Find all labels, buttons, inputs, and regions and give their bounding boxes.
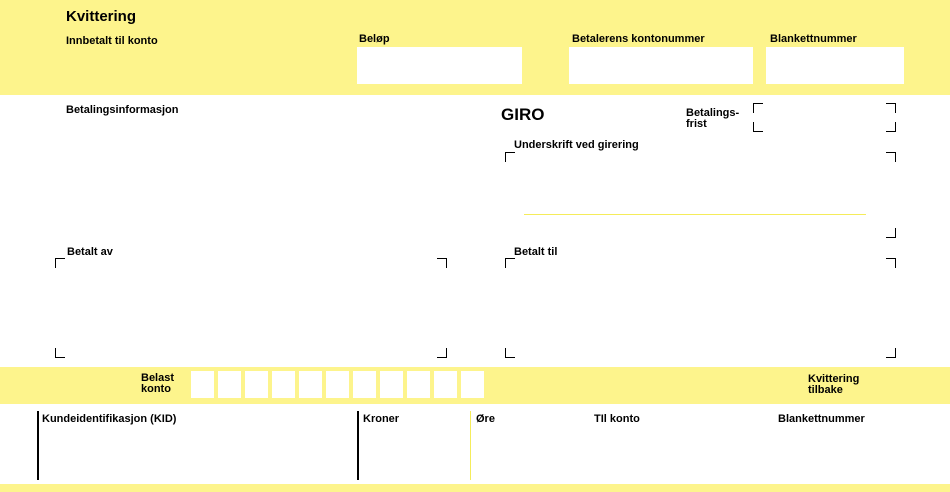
debit-account-digit[interactable]: [353, 371, 376, 398]
due-date-corner-br: [886, 122, 896, 132]
debit-account-digit[interactable]: [461, 371, 484, 398]
debit-account-digit[interactable]: [299, 371, 322, 398]
due-date-corner-tl: [753, 103, 763, 113]
paid-to-corner-bl: [505, 348, 515, 358]
due-date-label-line2: frist: [686, 118, 707, 130]
debit-account-digit[interactable]: [272, 371, 295, 398]
kid-field[interactable]: [41, 428, 353, 478]
debit-account-digit[interactable]: [407, 371, 430, 398]
debit-account-digit[interactable]: [245, 371, 268, 398]
paid-to-corner-tl: [505, 258, 515, 268]
paid-to-account-label: Innbetalt til konto: [66, 35, 158, 47]
ore-divider: [470, 411, 471, 480]
giro-title: GIRO: [501, 105, 545, 124]
paid-by-corner-tr: [437, 258, 447, 268]
payer-account-label: Betalerens kontonummer: [572, 33, 705, 45]
paid-by-corner-tl: [55, 258, 65, 268]
payer-account-field[interactable]: [569, 47, 753, 84]
kroner-field[interactable]: [362, 428, 466, 478]
debit-account-digit[interactable]: [191, 371, 214, 398]
paid-to-corner-tr: [886, 258, 896, 268]
signature-corner-tr: [886, 152, 896, 162]
debit-account-label-line2: konto: [141, 383, 171, 395]
debit-account-digit[interactable]: [218, 371, 241, 398]
due-date-corner-tr: [886, 103, 896, 113]
amount-field[interactable]: [357, 47, 522, 84]
amount-label: Beløp: [359, 33, 390, 45]
kid-label: Kundeidentifikasjon (KID): [42, 413, 177, 425]
footer-form-number-label: Blankettnummer: [778, 413, 865, 425]
signature-line[interactable]: [524, 214, 866, 215]
to-account-label: TIl konto: [594, 413, 640, 425]
due-date-corner-bl: [753, 122, 763, 132]
signature-corner-br: [886, 228, 896, 238]
payment-info-label: Betalingsinformasjon: [66, 104, 179, 116]
due-date-field[interactable]: [764, 103, 884, 131]
kroner-divider: [357, 411, 359, 480]
debit-account-digit[interactable]: [326, 371, 349, 398]
signature-corner-tl: [505, 152, 515, 162]
paid-by-corner-br: [437, 348, 447, 358]
kroner-label: Kroner: [363, 413, 400, 425]
paid-to-label: Betalt til: [514, 246, 558, 258]
paid-to-corner-br: [886, 348, 896, 358]
form-number-field[interactable]: [766, 47, 904, 84]
signature-label: Underskrift ved girering: [514, 139, 639, 151]
paid-by-field[interactable]: [66, 262, 434, 354]
form-number-label: Blankettnummer: [770, 33, 857, 45]
kid-divider: [37, 411, 39, 480]
paid-by-label: Betalt av: [67, 246, 113, 258]
ore-label: Øre: [476, 413, 495, 425]
ore-field[interactable]: [474, 428, 584, 478]
receipt-title: Kvittering: [66, 8, 137, 25]
debit-account-digit[interactable]: [434, 371, 457, 398]
footer-band: [0, 484, 950, 492]
receipt-back-label-line2: tilbake: [808, 384, 843, 396]
paid-by-corner-bl: [55, 348, 65, 358]
paid-to-field[interactable]: [516, 262, 884, 354]
debit-account-digit[interactable]: [380, 371, 403, 398]
